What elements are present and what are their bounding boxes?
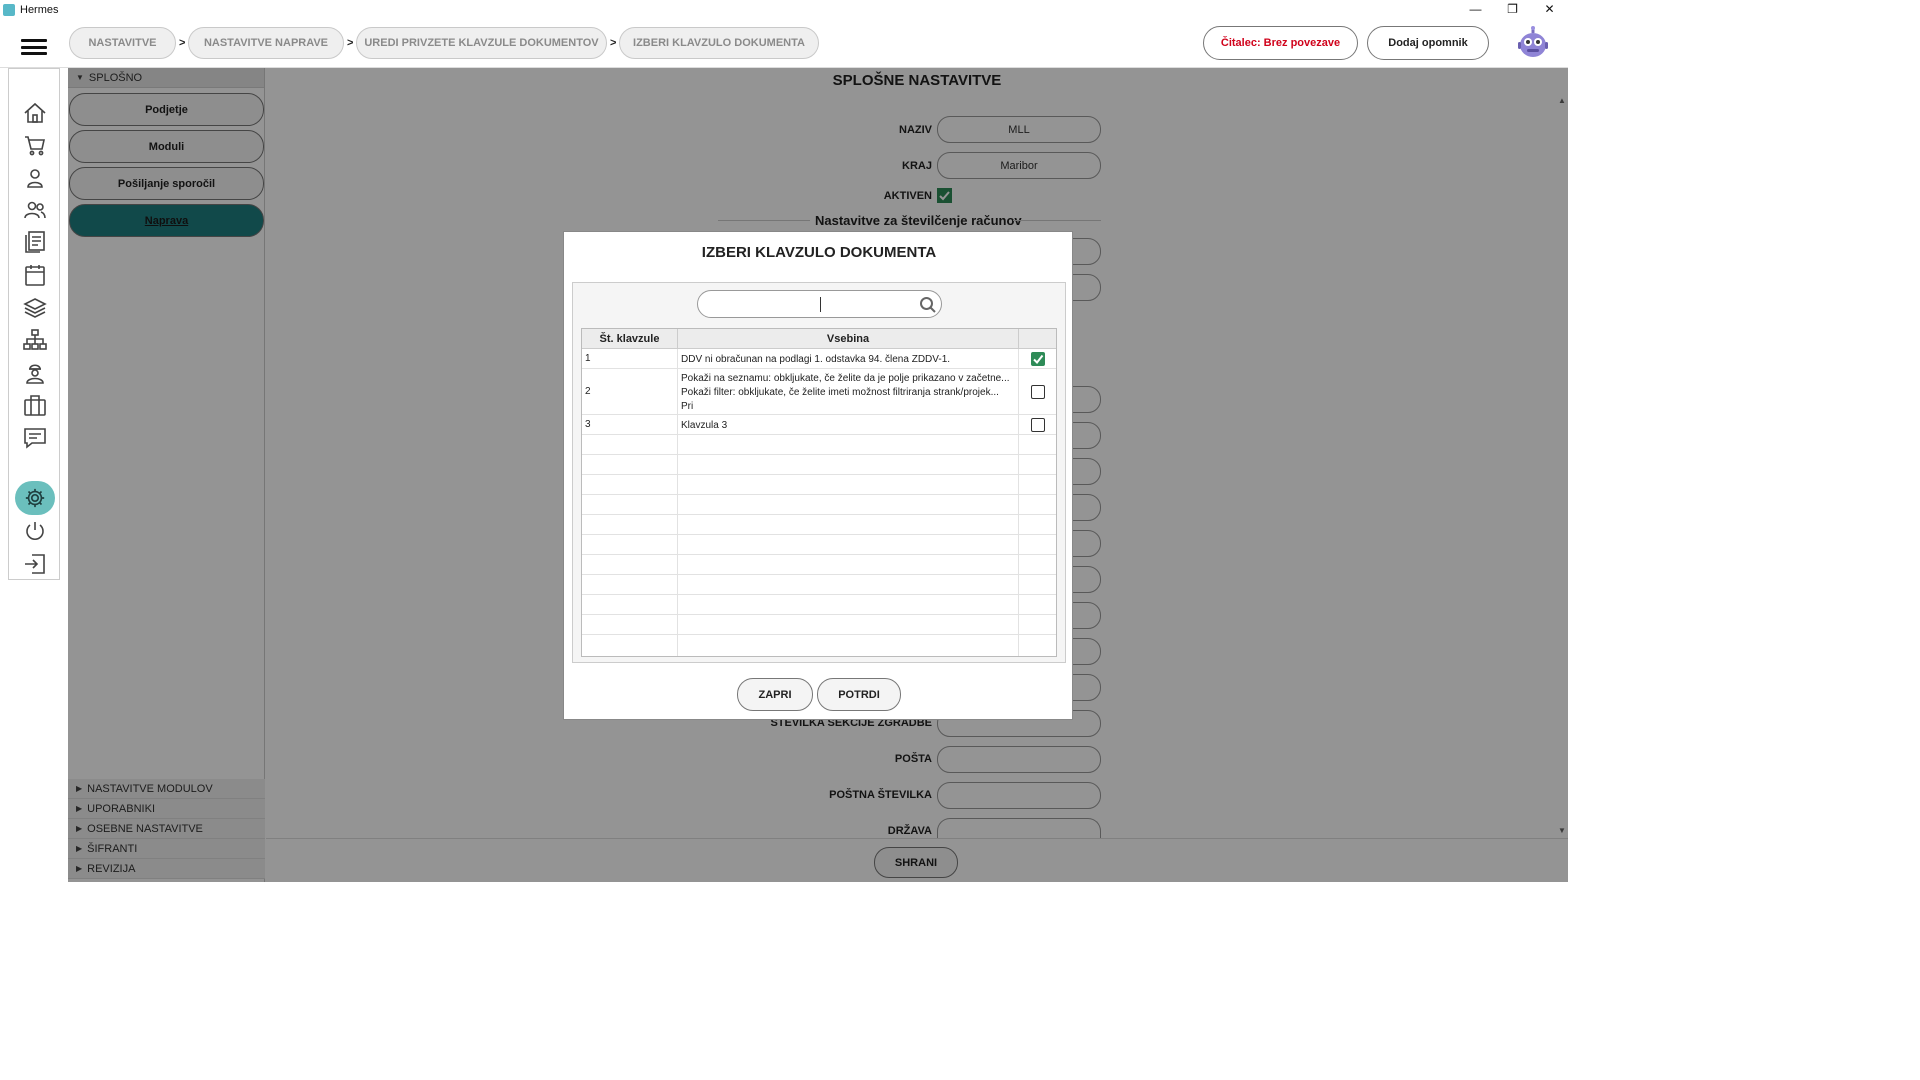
table-row[interactable]: 2 Pokaži na seznamu: obkljukate, če želi… bbox=[582, 369, 1056, 415]
close-window-button[interactable]: ✕ bbox=[1531, 0, 1568, 20]
users-icon[interactable] bbox=[22, 198, 48, 222]
hierarchy-icon[interactable] bbox=[22, 328, 48, 352]
table-row[interactable]: 1 DDV ni obračunan na podlagi 1. odstavk… bbox=[582, 349, 1056, 369]
confirm-button[interactable]: POTRDI bbox=[817, 678, 901, 711]
dialog-content: Št. klavzule Vsebina 1 DDV ni obračunan … bbox=[572, 282, 1066, 663]
table-header: Št. klavzule Vsebina bbox=[582, 329, 1056, 349]
empty-row bbox=[582, 475, 1056, 495]
layers-icon[interactable] bbox=[22, 296, 48, 320]
app-header: NASTAVITVE > NASTAVITVE NAPRAVE > UREDI … bbox=[0, 20, 1568, 68]
clauses-table: Št. klavzule Vsebina 1 DDV ni obračunan … bbox=[581, 328, 1057, 657]
minimize-button[interactable]: — bbox=[1457, 0, 1494, 20]
logout-icon[interactable] bbox=[22, 552, 48, 576]
empty-row bbox=[582, 515, 1056, 535]
empty-row bbox=[582, 455, 1056, 475]
dialog-title: IZBERI KLAVZULO DOKUMENTA bbox=[701, 244, 937, 261]
robot-avatar-icon[interactable] bbox=[1517, 26, 1549, 60]
empty-row bbox=[582, 535, 1056, 555]
clause-text-line: DDV ni obračunan na podlagi 1. odstavka … bbox=[681, 354, 951, 365]
chat-icon[interactable] bbox=[22, 426, 48, 450]
window-title: Hermes bbox=[20, 4, 59, 16]
clause-number: 2 bbox=[582, 369, 678, 414]
breadcrumb-select-clause[interactable]: IZBERI KLAVZULO DOKUMENTA bbox=[619, 27, 819, 59]
clause-text-line: Pri bbox=[681, 401, 694, 412]
empty-row bbox=[582, 595, 1056, 615]
column-header-content[interactable]: Vsebina bbox=[678, 329, 1019, 349]
restore-button[interactable]: ❐ bbox=[1494, 0, 1531, 20]
clause-content: Klavzula 3 bbox=[678, 415, 1019, 434]
menu-icon[interactable] bbox=[21, 39, 47, 55]
power-icon[interactable] bbox=[22, 519, 48, 543]
table-row[interactable]: 3 Klavzula 3 bbox=[582, 415, 1056, 435]
search-icon[interactable] bbox=[919, 296, 937, 317]
clause-text-line: Pokaži na seznamu: obkljukate, če želite… bbox=[681, 373, 1010, 384]
clause-text-line: Pokaži filter: obkljukate, če želite ime… bbox=[681, 387, 999, 398]
breadcrumb-separator: > bbox=[179, 37, 186, 49]
select-clause-dialog: IZBERI KLAVZULO DOKUMENTA Št. klavzule V… bbox=[563, 231, 1073, 720]
breadcrumb-edit-clauses[interactable]: UREDI PRIVZETE KLAVZULE DOKUMENTOV bbox=[356, 27, 607, 59]
briefcase-icon[interactable] bbox=[22, 393, 48, 417]
reader-status-button[interactable]: Čitalec: Brez povezave bbox=[1203, 26, 1358, 60]
column-header-select bbox=[1019, 329, 1056, 349]
home-icon[interactable] bbox=[22, 101, 48, 125]
select-cell bbox=[1019, 349, 1056, 368]
clause-content: Pokaži na seznamu: obkljukate, če želite… bbox=[678, 369, 1019, 414]
empty-row bbox=[582, 495, 1056, 515]
empty-row bbox=[582, 555, 1056, 575]
window-controls: — ❐ ✕ bbox=[1457, 0, 1568, 20]
text-caret bbox=[820, 297, 821, 312]
breadcrumb-separator: > bbox=[610, 37, 617, 49]
column-header-number[interactable]: Št. klavzule bbox=[582, 329, 678, 349]
empty-row bbox=[582, 575, 1056, 595]
breadcrumb-device-settings[interactable]: NASTAVITVE NAPRAVE bbox=[188, 27, 344, 59]
documents-icon[interactable] bbox=[22, 230, 48, 254]
clause-content: DDV ni obračunan na podlagi 1. odstavka … bbox=[678, 349, 1019, 368]
empty-row bbox=[582, 615, 1056, 635]
breadcrumb-settings[interactable]: NASTAVITVE bbox=[69, 27, 176, 59]
user-icon[interactable] bbox=[22, 166, 48, 190]
search-input[interactable] bbox=[697, 290, 942, 318]
clause-text-line: Klavzula 3 bbox=[681, 420, 728, 431]
navigation-rail bbox=[8, 68, 60, 580]
calendar-icon[interactable] bbox=[22, 263, 48, 287]
empty-row bbox=[582, 635, 1056, 656]
settings-icon[interactable] bbox=[15, 481, 55, 515]
breadcrumb-separator: > bbox=[347, 37, 354, 49]
empty-row bbox=[582, 435, 1056, 455]
app-icon bbox=[3, 4, 15, 16]
clause-number: 1 bbox=[582, 349, 678, 368]
clause-checkbox[interactable] bbox=[1031, 351, 1045, 366]
window-titlebar: Hermes — ❐ ✕ bbox=[0, 0, 1568, 20]
close-button[interactable]: ZAPRI bbox=[737, 678, 813, 711]
select-cell bbox=[1019, 369, 1056, 414]
clause-checkbox[interactable] bbox=[1031, 417, 1045, 432]
add-reminder-button[interactable]: Dodaj opomnik bbox=[1367, 26, 1489, 60]
clause-number: 3 bbox=[582, 415, 678, 434]
clause-checkbox[interactable] bbox=[1031, 384, 1045, 399]
cart-icon[interactable] bbox=[22, 133, 48, 157]
worker-icon[interactable] bbox=[22, 361, 48, 385]
select-cell bbox=[1019, 415, 1056, 434]
